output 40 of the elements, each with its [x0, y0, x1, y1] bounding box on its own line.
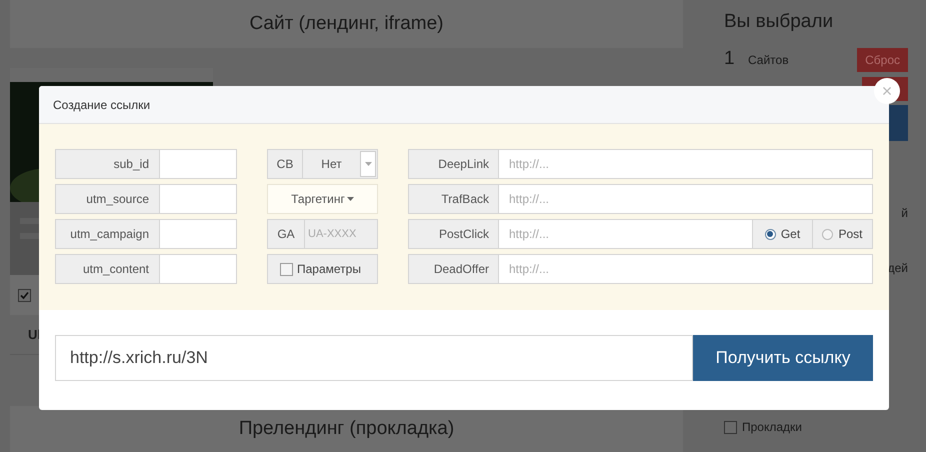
radio-option[interactable]: Get	[753, 219, 813, 249]
radio-button[interactable]	[764, 228, 776, 240]
field-label: DeepLink	[408, 149, 499, 179]
checkbox[interactable]	[724, 420, 737, 434]
sidebar-title: Вы выбрали	[724, 10, 834, 34]
section-header: Сайт (лендинг, iframe)	[10, 0, 683, 48]
checkbox[interactable]	[18, 288, 31, 302]
input-field[interactable]: http://...	[499, 184, 873, 214]
radio-button[interactable]	[822, 228, 834, 240]
field-label: DeadOffer	[408, 254, 499, 284]
check-icon	[20, 290, 29, 300]
checkbox-label: Параметры	[297, 261, 361, 278]
sidebar-button[interactable]	[888, 104, 908, 140]
count-label: Сайтов	[748, 52, 789, 68]
input-field[interactable]: UA-XXXX	[305, 219, 378, 249]
checkbox[interactable]	[280, 262, 293, 276]
field-label: GA	[267, 219, 305, 249]
input-field[interactable]	[160, 254, 237, 284]
field-label: PostClick	[408, 219, 499, 249]
input-field[interactable]: http://...	[499, 219, 753, 249]
input-field[interactable]: http://...	[499, 149, 873, 179]
field-label: sub_id	[55, 149, 160, 179]
count: 1	[724, 47, 736, 72]
radio-option[interactable]: Post	[813, 219, 873, 249]
field-label: TrafBack	[408, 184, 499, 214]
field-label: utm_campaign	[55, 219, 160, 249]
get-link-button[interactable]: Получить ссылку	[693, 335, 873, 381]
targeting-dropdown[interactable]: Таргетинг	[267, 184, 378, 214]
sidebar-text: й	[901, 204, 908, 222]
link-field[interactable]: http://s.xrich.ru/3N	[55, 335, 693, 381]
section-header: Прелендинг (прокладка)	[10, 406, 683, 452]
field-label: utm_source	[55, 184, 160, 214]
checkbox-label: Прокладки	[742, 419, 802, 436]
caret-icon	[346, 197, 354, 201]
input-field[interactable]	[160, 149, 237, 179]
input-field[interactable]	[160, 184, 237, 214]
input-field[interactable]	[160, 219, 237, 249]
dialog-title: Создание ссылки	[53, 96, 150, 114]
input-field[interactable]: http://...	[499, 254, 873, 284]
field-label: utm_content	[55, 254, 160, 284]
